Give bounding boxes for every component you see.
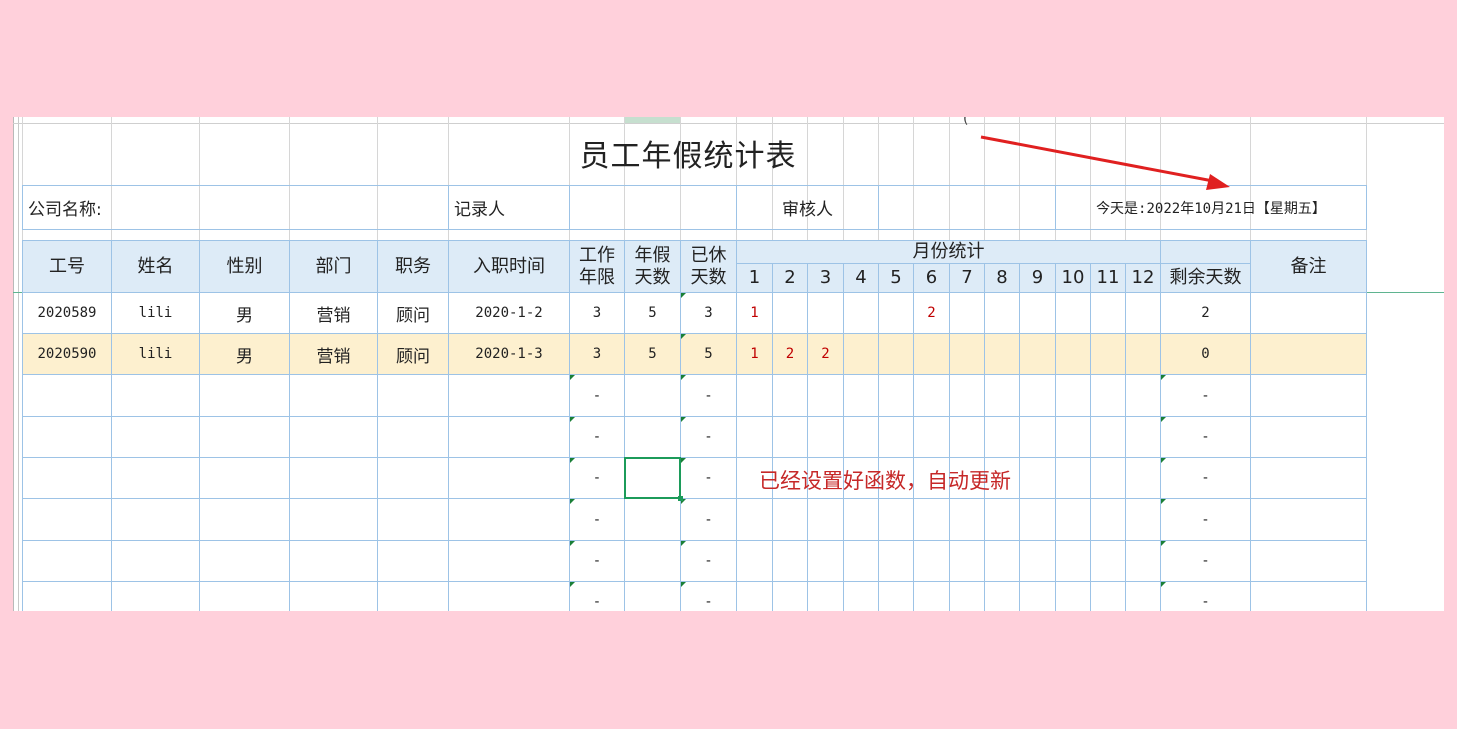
spreadsheet-sheet: ( 员工年假统计表 公司名称: 记录人 审核人 今天是:2022年10月21日【星期五…: [13, 117, 1444, 611]
arrow-shaft: [980, 135, 1214, 183]
arrow-head: [1206, 174, 1230, 190]
arrow-annotation: [980, 135, 1230, 190]
